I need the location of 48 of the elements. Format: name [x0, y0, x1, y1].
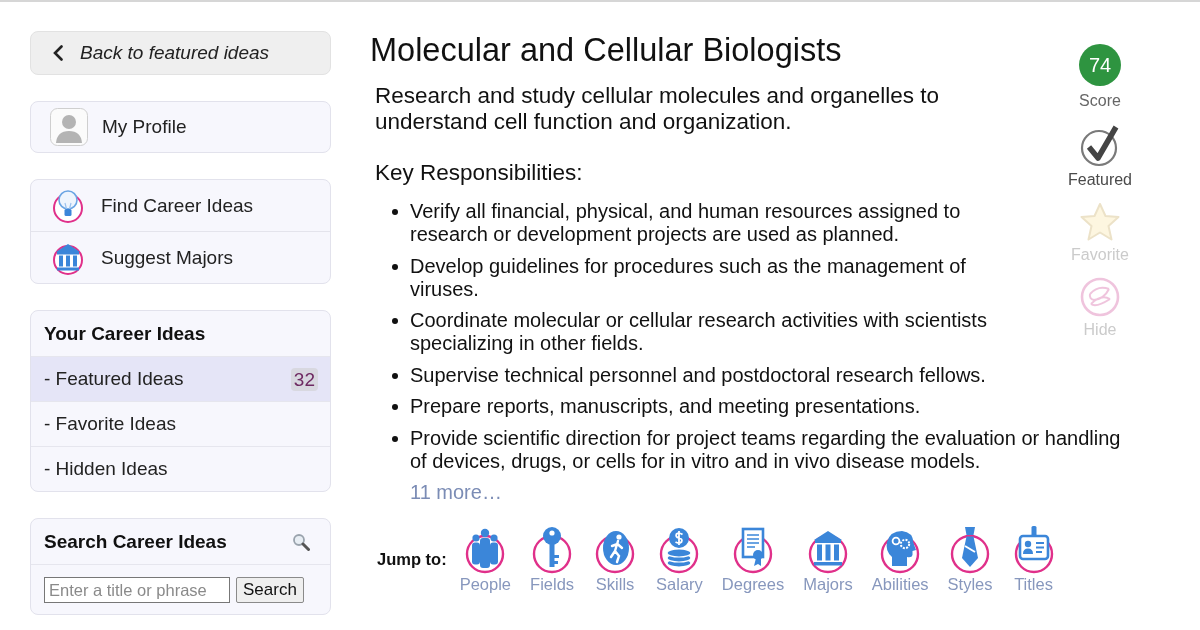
bullet-icon [392, 263, 398, 270]
profile-link[interactable]: My Profile [30, 101, 331, 153]
career-ideas-item[interactable]: - Favorite Ideas [31, 401, 330, 446]
responsibility-text: Prepare reports, manuscripts, and meeting presentations. [410, 395, 921, 418]
career-ideas-item[interactable]: - Featured Ideas 32 [31, 356, 330, 401]
action-button[interactable]: Featured [1067, 123, 1132, 189]
tool-link[interactable]: Find Career Ideas [31, 180, 330, 231]
jump-link[interactable]: Abilities [871, 524, 929, 594]
responsibility-text: Verify all financial, physical, and human resources assigned to research or development projects are used as planned. [410, 200, 962, 246]
bullet-icon [392, 209, 398, 215]
count-badge: 32 [290, 367, 318, 391]
jump-to-label: Jump to: [377, 549, 447, 569]
panel-heading: Search Career Ideas [44, 530, 227, 553]
panel-heading: Your Career Ideas [43, 321, 207, 346]
bullet-icon [392, 318, 398, 324]
lightbulb-icon [51, 188, 85, 223]
search-button[interactable]: Search [236, 577, 304, 603]
chevron-left-icon [53, 45, 63, 61]
more-link[interactable]: 11 more… [410, 481, 502, 504]
star-icon [1079, 202, 1121, 242]
score-badge: 74 [1079, 44, 1121, 86]
career-title: Molecular and Cellular Biologists [370, 31, 843, 69]
responsibility-text: Coordinate molecular or cellular research activities with scientists specializing in other fields. [410, 309, 988, 355]
section-heading: Key Responsibilities: [375, 160, 584, 186]
jump-link[interactable]: Majors [803, 524, 853, 594]
jump-link[interactable]: Skills [593, 524, 638, 594]
jump-link[interactable]: Titles [1011, 524, 1056, 594]
search-icon [292, 532, 310, 551]
jump-link[interactable]: Salary [656, 524, 703, 594]
jump-link[interactable]: Styles [947, 524, 993, 594]
back-link[interactable]: Back to featured ideas [30, 31, 331, 75]
bullet-icon [392, 435, 398, 442]
score-label: Score [1079, 91, 1121, 110]
hide-icon [1080, 277, 1120, 317]
jump-link[interactable]: People [459, 524, 512, 594]
checkmark-circle-icon [1080, 123, 1120, 167]
avatar-icon [50, 108, 88, 146]
responsibility-text: Supervise technical personnel and postdoctoral research fellows. [410, 363, 986, 387]
responsibility-text: Develop guidelines for procedures such as the management of viruses. [410, 254, 967, 301]
responsibility-text: Provide scientific direction for project teams regarding the evaluation or handling of devices, drugs, or cells for in vitro and in vivo disease models. [410, 426, 1122, 473]
bullet-icon [392, 372, 398, 379]
bullet-icon [392, 404, 398, 410]
career-description: Research and study cellular molecules and organelles to understand cell function and organization. [375, 83, 941, 135]
jump-link[interactable]: Fields [530, 524, 575, 594]
career-ideas-item[interactable]: - Hidden Ideas [31, 446, 330, 491]
tool-link[interactable]: Suggest Majors [31, 231, 330, 283]
search-field[interactable]: Enter a title or phrase [44, 577, 230, 603]
jump-link[interactable]: Degrees [721, 524, 785, 594]
